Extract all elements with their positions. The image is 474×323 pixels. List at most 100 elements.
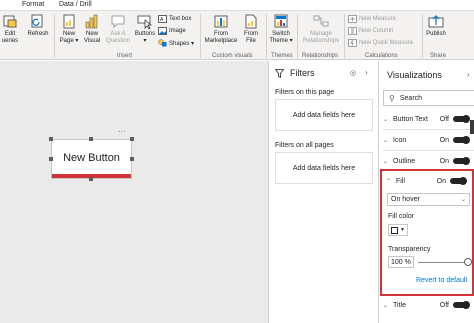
resize-handle[interactable]: [49, 137, 53, 141]
marketplace-icon: [213, 14, 229, 29]
switch-theme-button[interactable]: Switch Theme ▾: [268, 14, 294, 44]
filters-title: Filters: [290, 68, 315, 78]
shapes-icon: [158, 39, 167, 47]
share-group-label: Share: [430, 53, 447, 59]
funnel-icon: [274, 68, 285, 78]
format-card-state: On: [439, 157, 449, 165]
resize-handle[interactable]: [89, 137, 93, 141]
chat-bubble-icon: [110, 14, 126, 29]
manage-relationships-label: Manage Relationships: [302, 31, 340, 44]
text-box-button[interactable]: A Text box: [158, 14, 191, 24]
format-card-label: Outline: [393, 157, 416, 165]
transparency-slider-track[interactable]: [418, 262, 468, 263]
color-swatch: [391, 226, 398, 234]
ribbon: Edit ueries Refresh New Page ▾ New Visua…: [0, 10, 474, 60]
new-quick-measure-button[interactable]: New Quick Measure: [348, 38, 413, 48]
new-visual-button[interactable]: New Visual: [82, 14, 102, 44]
cursor-click-icon: [137, 14, 153, 30]
chevron-down-icon: ⌄: [383, 158, 389, 165]
new-button-label: New Button: [63, 152, 120, 164]
custom-visuals-group-label: Custom visuals: [212, 53, 253, 59]
resize-handle[interactable]: [130, 157, 134, 161]
collapse-visualizations-icon[interactable]: ›: [467, 70, 470, 79]
from-file-button[interactable]: From File: [240, 14, 262, 44]
buttons-button[interactable]: Buttons ▾: [133, 14, 157, 44]
new-measure-button[interactable]: New Measure: [348, 14, 396, 24]
edit-queries-button[interactable]: Edit ueries: [0, 14, 20, 44]
edit-queries-icon: [2, 14, 18, 29]
report-canvas-area: [0, 61, 268, 323]
format-card-label: Button Text: [393, 115, 428, 123]
calculations-group-label: Calculations: [365, 53, 398, 59]
format-card-title[interactable]: ⌄ Title Off: [383, 298, 474, 312]
resize-handle[interactable]: [89, 177, 93, 181]
from-marketplace-button[interactable]: From Marketplace: [203, 14, 239, 44]
fill-color-label: Fill color: [388, 213, 415, 220]
caret-down-icon: ▼: [400, 227, 405, 233]
filters-on-page-well[interactable]: Add data fields here: [275, 99, 373, 131]
ask-question-button[interactable]: Ask A Question: [104, 14, 132, 44]
format-card-icon[interactable]: ⌄ Icon On: [383, 133, 474, 147]
divider: [383, 129, 474, 130]
collapse-filters-icon[interactable]: ›: [365, 68, 368, 77]
format-card-outline[interactable]: ⌄ Outline On: [383, 154, 474, 168]
report-canvas[interactable]: [0, 61, 268, 299]
chevron-down-icon: ⌄: [383, 137, 389, 144]
ribbon-tabs: Format Data / Drill: [0, 0, 474, 10]
shapes-button[interactable]: Shapes ▾: [158, 38, 194, 48]
new-button-visual[interactable]: New Button: [51, 139, 132, 179]
format-card-toggle[interactable]: [453, 136, 470, 144]
ribbon-divider: [344, 14, 345, 58]
fill-toggle[interactable]: [450, 177, 467, 185]
search-input[interactable]: ⚲ Search: [383, 90, 474, 106]
fill-format-card: ⌃ Fill On On hover ⌄ Fill color ▼ Transp…: [380, 169, 474, 296]
transparency-input[interactable]: 100 %: [388, 256, 414, 268]
refresh-button[interactable]: Refresh: [26, 14, 50, 38]
refresh-label: Refresh: [27, 31, 49, 37]
format-card-button-text[interactable]: ⌄ Button Text Off: [383, 112, 474, 126]
ribbon-divider: [297, 14, 298, 58]
manage-relationships-button[interactable]: Manage Relationships: [300, 14, 342, 44]
chevron-down-icon: ⌄: [383, 116, 389, 123]
relationships-icon: [313, 14, 329, 29]
pane-edge-tab[interactable]: [470, 120, 474, 134]
format-card-toggle[interactable]: [453, 157, 470, 165]
publish-icon: [428, 14, 444, 29]
insert-group-label: Insert: [117, 53, 133, 59]
revert-to-default-link[interactable]: Revert to default: [416, 277, 467, 284]
filters-pane: Filters ◎ › Filters on this page Add dat…: [268, 61, 378, 323]
publish-label: Publish: [426, 31, 446, 37]
format-card-toggle[interactable]: [453, 301, 470, 309]
fill-color-picker[interactable]: ▼: [388, 224, 408, 236]
chevron-down-icon: ⌄: [460, 197, 466, 203]
format-card-toggle[interactable]: [453, 115, 470, 123]
state-dropdown[interactable]: On hover ⌄: [387, 193, 470, 206]
image-button[interactable]: Image: [158, 26, 186, 36]
more-options-icon[interactable]: ···: [118, 127, 126, 136]
new-column-button[interactable]: New Column: [348, 26, 393, 36]
switch-theme-label: Switch Theme ▾: [269, 31, 293, 44]
chevron-down-icon: ⌄: [383, 302, 389, 309]
filters-on-page-label: Filters on this page: [275, 89, 335, 96]
eye-icon[interactable]: ◎: [350, 69, 356, 77]
from-marketplace-label: From Marketplace: [204, 31, 238, 44]
resize-handle[interactable]: [130, 137, 134, 141]
transparency-slider-thumb[interactable]: [464, 258, 472, 266]
new-visual-label: New Visual: [83, 31, 101, 44]
filters-on-all-pages-label: Filters on all pages: [275, 142, 334, 149]
new-column-label: New Column: [359, 28, 394, 34]
fill-card-header[interactable]: ⌃ Fill On: [386, 175, 472, 187]
format-card-state: On: [439, 136, 449, 144]
tab-format[interactable]: Format: [22, 0, 44, 9]
fill-card-label: Fill: [396, 177, 405, 185]
edit-queries-label: Edit ueries: [1, 31, 19, 44]
from-file-label: From File: [244, 31, 258, 44]
visualizations-title: Visualizations: [387, 70, 442, 80]
tab-data-drill[interactable]: Data / Drill: [59, 0, 92, 9]
publish-button[interactable]: Publish: [424, 14, 448, 38]
buttons-label: Buttons ▾: [134, 31, 156, 44]
format-card-label: Title: [393, 301, 406, 309]
resize-handle[interactable]: [49, 157, 53, 161]
new-page-button[interactable]: New Page ▾: [58, 14, 80, 44]
filters-on-all-pages-well[interactable]: Add data fields here: [275, 152, 373, 184]
